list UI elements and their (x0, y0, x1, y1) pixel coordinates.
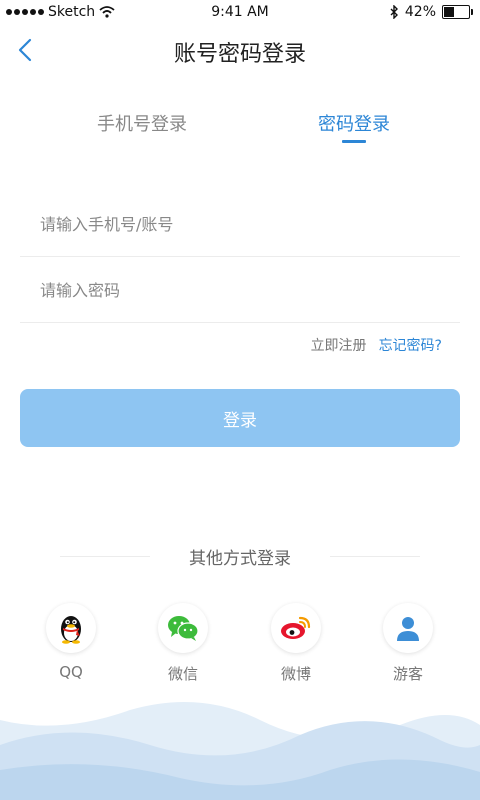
page-title: 账号密码登录 (173, 42, 306, 67)
guest-icon-circle (383, 603, 433, 653)
qq-label: QQ (59, 663, 83, 681)
tab-password-login[interactable]: 密码登录 (284, 110, 424, 143)
weibo-label: 微博 (280, 665, 311, 683)
nav-bar: 账号密码登录 (0, 24, 480, 76)
guest-login-button[interactable]: 游客 (376, 603, 440, 684)
forgot-password-link[interactable]: 忘记密码? (379, 335, 442, 355)
tab-password-label: 密码登录 (318, 114, 390, 135)
bluetooth-icon (390, 5, 398, 19)
form-links: 立即注册 忘记密码? (311, 335, 442, 355)
qq-icon-circle (46, 603, 96, 653)
password-field (20, 256, 460, 323)
wave-decoration (0, 702, 480, 800)
login-tabs: 手机号登录 密码登录 (0, 110, 480, 150)
divider-right (330, 556, 420, 557)
weibo-login-button[interactable]: 微博 (264, 603, 328, 684)
account-input[interactable] (38, 210, 442, 238)
battery-icon (442, 5, 473, 19)
wechat-label: 微信 (167, 665, 198, 683)
social-login-list: QQ 微信 微博 游客 (0, 603, 480, 693)
wechat-icon-circle (158, 603, 208, 653)
status-bar: Sketch 9:41 AM 42% (0, 0, 480, 24)
register-link[interactable]: 立即注册 (311, 335, 367, 355)
password-input[interactable] (38, 276, 442, 304)
other-login-section: 其他方式登录 (0, 544, 480, 569)
status-right: 42% (389, 4, 473, 20)
battery-fill (444, 7, 454, 17)
qq-login-button[interactable]: QQ (39, 603, 103, 681)
login-button[interactable]: 登录 (20, 389, 460, 447)
account-field (20, 190, 460, 257)
weibo-icon (281, 616, 311, 639)
qq-penguin-icon (61, 616, 81, 644)
weibo-icon-circle (271, 603, 321, 653)
battery-percent: 42% (404, 4, 436, 20)
tab-phone-login[interactable]: 手机号登录 (72, 110, 212, 136)
guest-user-icon (397, 617, 419, 641)
divider-left (60, 556, 150, 557)
wechat-login-button[interactable]: 微信 (151, 603, 215, 684)
wechat-icon (168, 616, 199, 641)
tab-active-indicator (342, 140, 366, 143)
guest-label: 游客 (392, 665, 423, 683)
